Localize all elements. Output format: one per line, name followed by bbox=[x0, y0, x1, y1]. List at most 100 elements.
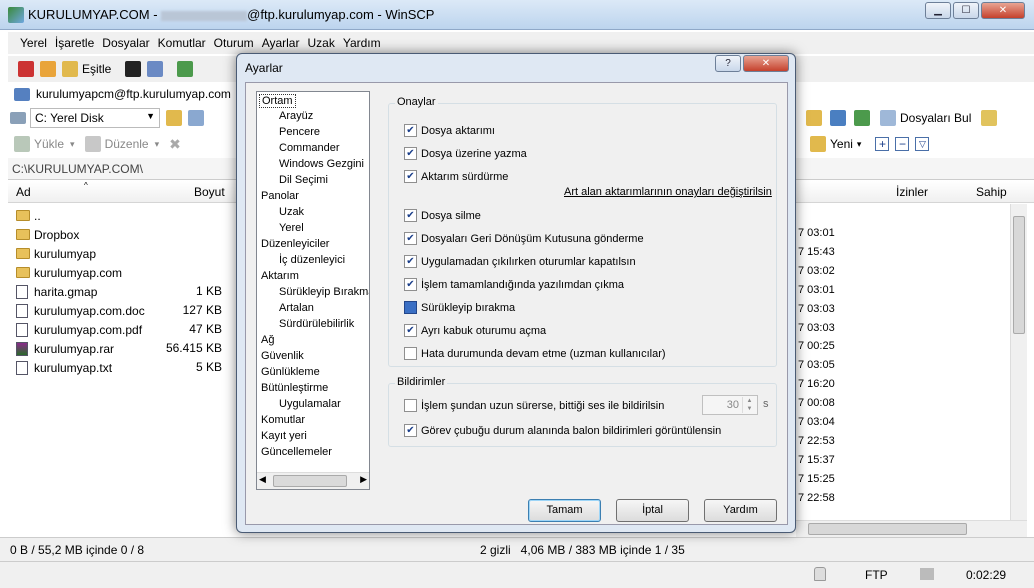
tree-item[interactable]: Ağ bbox=[261, 334, 274, 346]
tree-item[interactable]: Pencere bbox=[279, 126, 320, 138]
local-file-row[interactable]: kurulumyap.com bbox=[16, 263, 122, 282]
tree-item[interactable]: Uzak bbox=[279, 206, 304, 218]
ok-button[interactable]: Tamam bbox=[528, 499, 601, 522]
confirmation-checkbox[interactable]: ✔ Aktarım sürdürme bbox=[404, 170, 508, 183]
confirmation-checkbox[interactable]: ✔ İşlem tamamlandığında yazılımdan çıkma bbox=[404, 278, 624, 291]
tree-item[interactable]: Güncellemeler bbox=[261, 446, 332, 458]
refresh-icon[interactable] bbox=[854, 110, 870, 126]
putty-icon[interactable] bbox=[147, 61, 164, 77]
local-file-row[interactable]: Dropbox bbox=[16, 225, 79, 244]
local-file-row[interactable]: kurulumyap.com.pdf bbox=[16, 320, 142, 339]
menu-dosyalar[interactable]: Dosyalar bbox=[102, 36, 149, 50]
tree-item[interactable]: Panolar bbox=[261, 190, 299, 202]
tree-item[interactable]: Artalan bbox=[279, 302, 314, 314]
confirmation-checkbox[interactable]: Sürükleyip bırakma bbox=[404, 301, 515, 314]
tree-item[interactable]: Yerel bbox=[279, 222, 304, 234]
open-folder-icon[interactable] bbox=[166, 110, 182, 126]
confirmation-checkbox[interactable]: Hata durumunda devam etme (uzman kullanı… bbox=[404, 347, 666, 360]
tree-item[interactable]: Kayıt yeri bbox=[261, 430, 307, 442]
tree-item[interactable]: Commander bbox=[279, 142, 340, 154]
filter-icon[interactable] bbox=[188, 110, 204, 126]
confirmation-checkbox[interactable]: ✔ Dosyaları Geri Dönüşüm Kutusuna gönderm… bbox=[404, 232, 644, 245]
menu-komutlar[interactable]: Komutlar bbox=[158, 36, 206, 50]
help-button[interactable]: Yardım bbox=[704, 499, 777, 522]
upload-dropdown-icon[interactable]: ▾ bbox=[70, 139, 75, 150]
tree-item[interactable]: Dil Seçimi bbox=[279, 174, 328, 186]
col-owner[interactable]: Sahip bbox=[976, 185, 1007, 199]
tree-item[interactable]: Günlükleme bbox=[261, 366, 320, 378]
sync-icon[interactable] bbox=[62, 61, 78, 77]
confirmation-checkbox[interactable]: ✔ Dosya üzerine yazma bbox=[404, 147, 527, 160]
tree-item[interactable]: Sürdürülebilirlik bbox=[279, 318, 354, 330]
open-folder-icon[interactable] bbox=[806, 110, 822, 126]
minus-icon[interactable]: − bbox=[895, 137, 910, 151]
drive-select[interactable]: C: Yerel Disk ▼ bbox=[30, 108, 160, 128]
find-files-button[interactable]: Dosyaları Bul bbox=[900, 111, 971, 125]
local-file-row[interactable]: .. bbox=[16, 206, 41, 225]
menu-ayarlar[interactable]: Ayarlar bbox=[262, 36, 300, 50]
queue-icon[interactable] bbox=[40, 61, 56, 77]
local-file-row[interactable]: kurulumyap.rar bbox=[16, 339, 114, 358]
dialog-close-button[interactable]: ✕ bbox=[743, 55, 789, 72]
minimize-button[interactable]: ▁ bbox=[925, 2, 951, 19]
plus-icon[interactable]: + bbox=[875, 137, 890, 151]
scroll-right-icon[interactable]: ▶ bbox=[360, 474, 367, 485]
cancel-button[interactable]: İptal bbox=[616, 499, 689, 522]
col-permissions[interactable]: İzinler bbox=[896, 185, 928, 199]
remote-vertical-scrollbar[interactable] bbox=[1010, 204, 1027, 520]
tree-item[interactable]: Arayüz bbox=[279, 110, 313, 122]
new-button[interactable]: Yeni bbox=[830, 137, 853, 151]
tree-item[interactable]: Windows Gezgini bbox=[279, 158, 364, 170]
menu-yerel[interactable]: Yerel bbox=[20, 36, 47, 50]
local-file-row[interactable]: harita.gmap bbox=[16, 282, 97, 301]
confirmation-checkbox[interactable]: ✔ Ayrı kabuk oturumu açma bbox=[404, 324, 546, 337]
session-tab[interactable]: kurulumyapcm@ftp.kurulumyap.com bbox=[14, 84, 254, 104]
menu-isaretle[interactable]: İşaretle bbox=[55, 36, 94, 50]
delete-icon[interactable]: ✖ bbox=[169, 136, 181, 153]
confirmation-checkbox[interactable]: ✔ Dosya aktarımı bbox=[404, 124, 495, 137]
tree-item[interactable]: Bütünleştirme bbox=[261, 382, 328, 394]
menu-uzak[interactable]: Uzak bbox=[307, 36, 334, 50]
edit-button[interactable]: Düzenle bbox=[105, 137, 149, 151]
maximize-button[interactable]: ☐ bbox=[953, 2, 979, 19]
compare-icon[interactable] bbox=[18, 61, 34, 77]
refresh-icon[interactable] bbox=[177, 61, 194, 77]
filter-icon[interactable]: ▽ bbox=[915, 137, 930, 151]
new-dropdown-icon[interactable]: ▾ bbox=[857, 139, 862, 150]
local-path[interactable]: C:\KURULUMYAP.COM\ bbox=[12, 162, 143, 176]
tree-item[interactable]: Komutlar bbox=[261, 414, 305, 426]
menu-oturum[interactable]: Oturum bbox=[214, 36, 254, 50]
sync-button-label[interactable]: Eşitle bbox=[82, 62, 111, 76]
tree-horizontal-scrollbar[interactable]: ◀ ▶ bbox=[257, 472, 369, 489]
notify-sound-checkbox[interactable]: İşlem şundan uzun sürerse, bittiği ses i… bbox=[404, 399, 664, 412]
notify-balloon-checkbox[interactable]: ✔ Görev çubuğu durum alanında balon bildi… bbox=[404, 424, 721, 437]
new-folder-icon[interactable] bbox=[810, 136, 826, 152]
edit-icon[interactable] bbox=[84, 136, 101, 152]
confirmation-checkbox[interactable]: ✔ Dosya silme bbox=[404, 209, 481, 222]
confirmation-checkbox[interactable]: ✔ Uygulamadan çıkılırken oturumlar kapatı… bbox=[404, 255, 636, 268]
upload-icon[interactable] bbox=[14, 136, 30, 152]
remote-horizontal-scrollbar[interactable] bbox=[796, 520, 1027, 537]
console-icon[interactable] bbox=[125, 61, 142, 77]
background-confirmations-link[interactable]: Art alan aktarımlarının onayları değişti… bbox=[564, 186, 772, 198]
tree-item[interactable]: Güvenlik bbox=[261, 350, 304, 362]
local-file-row[interactable]: kurulumyap.txt bbox=[16, 358, 112, 377]
tree-item[interactable]: İç düzenleyici bbox=[279, 254, 345, 266]
col-name[interactable]: Ad bbox=[16, 185, 31, 199]
tree-item[interactable]: Sürükleyip Bırakma bbox=[279, 286, 369, 298]
tree-item[interactable]: Aktarım bbox=[261, 270, 299, 282]
tree-item[interactable]: Ortam bbox=[259, 94, 296, 108]
scroll-left-icon[interactable]: ◀ bbox=[259, 474, 266, 485]
dialog-help-button[interactable]: ? bbox=[715, 55, 741, 72]
notify-seconds-input[interactable]: 30 ▲ ▼ bbox=[702, 395, 758, 415]
tree-item[interactable]: Uygulamalar bbox=[279, 398, 341, 410]
col-size[interactable]: Boyut bbox=[194, 185, 225, 199]
edit-dropdown-icon[interactable]: ▾ bbox=[155, 139, 160, 150]
local-file-row[interactable]: kurulumyap bbox=[16, 244, 96, 263]
menu-yardim[interactable]: Yardım bbox=[343, 36, 381, 50]
tree-item[interactable]: Düzenleyiciler bbox=[261, 238, 329, 250]
tree-icon[interactable] bbox=[981, 110, 998, 126]
find-files-icon[interactable] bbox=[880, 110, 896, 126]
local-file-row[interactable]: kurulumyap.com.doc bbox=[16, 301, 145, 320]
settings-tree[interactable]: Ortam Arayüz Pencere Commander Windows Gezgi… bbox=[256, 91, 370, 490]
